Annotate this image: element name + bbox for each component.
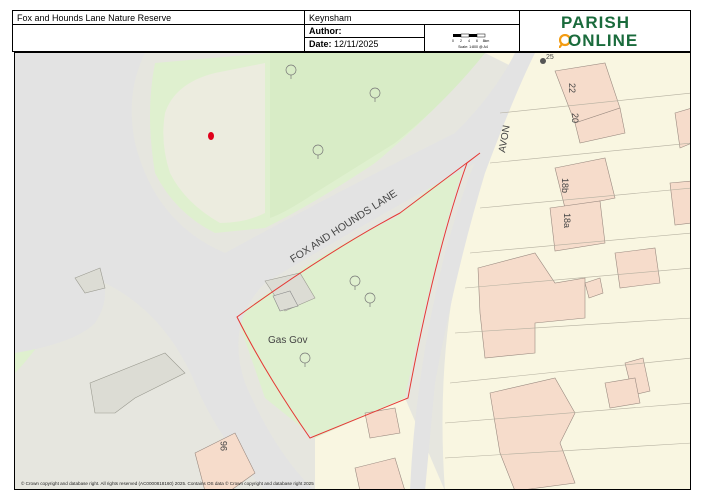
house-number: 96 bbox=[219, 441, 229, 451]
scale-tick: 2 bbox=[460, 39, 462, 43]
logo-line-1: PARISH bbox=[561, 13, 630, 32]
house-number: 20 bbox=[570, 113, 580, 123]
house-number: 25 bbox=[546, 54, 554, 61]
place-name: Keynsham bbox=[305, 11, 520, 25]
author-label: Author: bbox=[309, 26, 342, 36]
title-blank-cell bbox=[13, 25, 305, 51]
map-canvas[interactable]: FOX AND HOUNDS LANE AVON Gas Gov 22 20 1… bbox=[15, 53, 691, 490]
map-area[interactable]: FOX AND HOUNDS LANE AVON Gas Gov 22 20 1… bbox=[14, 52, 691, 490]
title-block: Fox and Hounds Lane Nature Reserve Keyns… bbox=[12, 10, 691, 52]
house-number: 22 bbox=[567, 83, 577, 93]
logo-line-2: ONLINE bbox=[568, 31, 639, 50]
site-label: Gas Gov bbox=[268, 335, 307, 346]
house-number: 18a bbox=[562, 213, 572, 228]
house-number: 18b bbox=[560, 178, 570, 193]
scale-tick: 6 bbox=[476, 39, 478, 43]
map-sheet: Fox and Hounds Lane Nature Reserve Keyns… bbox=[0, 0, 701, 496]
date-field: Date: 12/11/2025 bbox=[305, 38, 425, 51]
copyright-notice: © Crown copyright and database right. Al… bbox=[21, 481, 314, 486]
author-field: Author: bbox=[305, 25, 425, 38]
scale-bar: 0 2 4 6 8km Scale: 1:800 @ A4 bbox=[425, 25, 520, 51]
map-title: Fox and Hounds Lane Nature Reserve bbox=[13, 11, 305, 25]
scale-tick: 0 bbox=[452, 39, 454, 43]
scale-tick: 8km bbox=[483, 39, 490, 43]
scale-text: Scale: 1:800 @ A4 bbox=[458, 45, 488, 49]
parish-online-logo: PARISH ONLINE bbox=[520, 11, 690, 51]
date-value: 12/11/2025 bbox=[334, 39, 379, 49]
date-label: Date: bbox=[309, 39, 332, 49]
scale-bar-graphic: 0 2 4 6 8km Scale: 1:800 @ A4 bbox=[452, 33, 490, 49]
scale-tick: 4 bbox=[468, 39, 470, 43]
location-marker[interactable] bbox=[208, 132, 214, 140]
